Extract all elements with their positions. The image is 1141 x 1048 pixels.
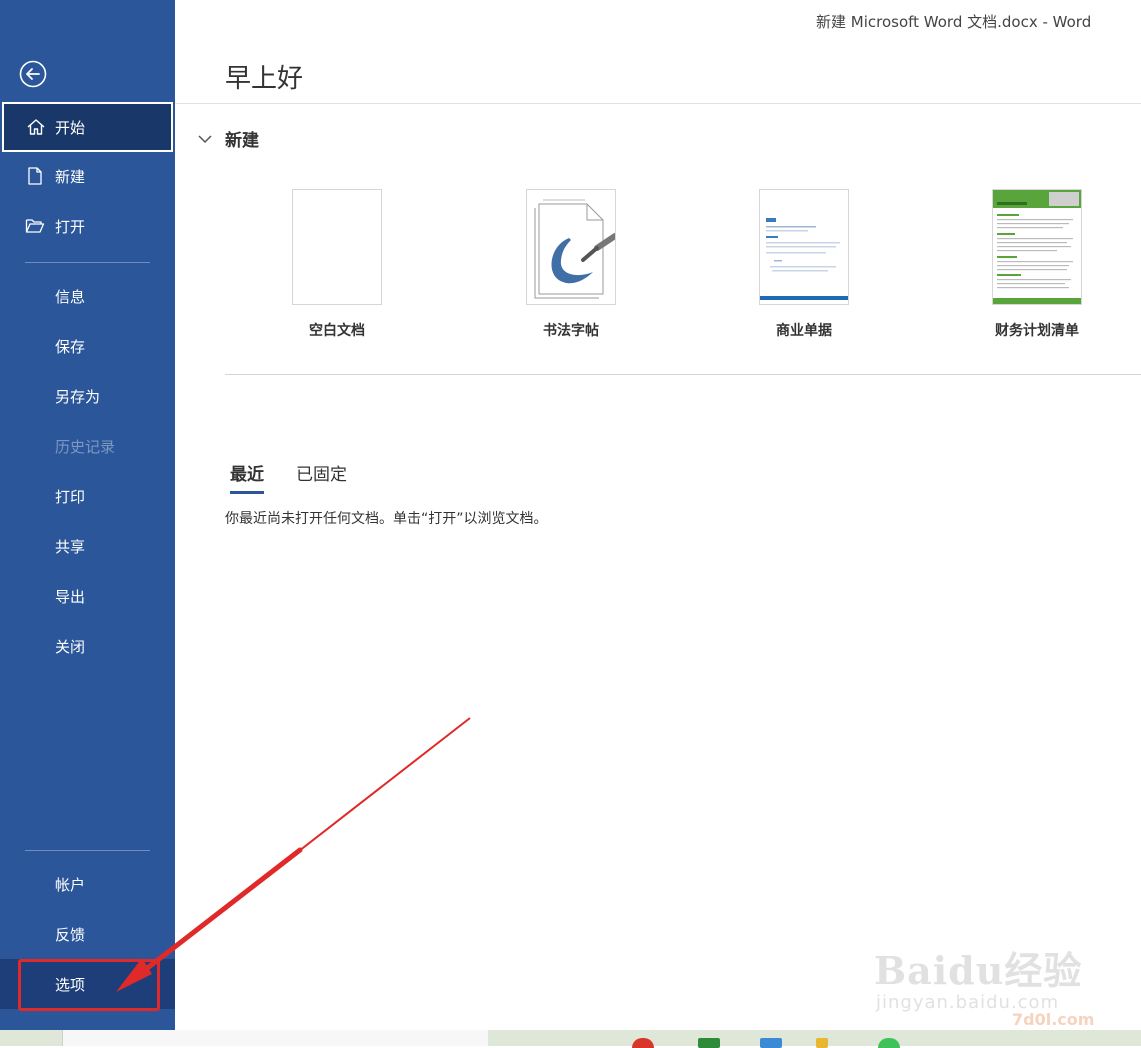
annotation-arrow-icon xyxy=(116,717,471,992)
watermark: Baidu经验 jingyan.baidu.com 7d0l.com xyxy=(872,930,1102,1030)
watermark-site: 7d0l.com xyxy=(1012,1010,1095,1029)
watermark-logo: Baidu经验 xyxy=(874,948,1083,993)
